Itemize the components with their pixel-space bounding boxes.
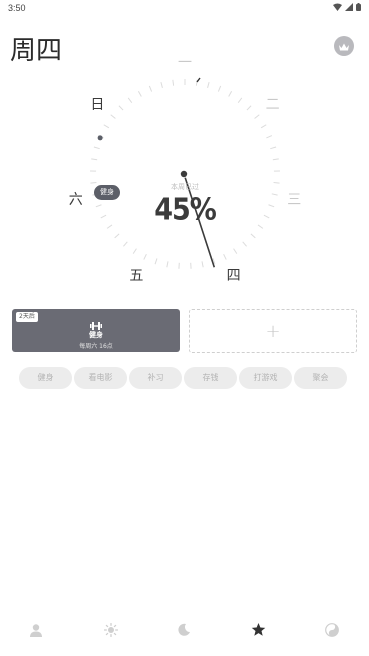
sun-icon: [103, 622, 119, 641]
chip-party[interactable]: 聚会: [294, 367, 347, 389]
habit-name: 健身: [89, 331, 103, 339]
bottom-nav: [0, 620, 369, 642]
dial-tick: [123, 241, 128, 247]
dial-tick: [272, 158, 279, 161]
day-label-sat: 六: [68, 191, 83, 208]
nav-night[interactable]: [173, 620, 195, 642]
chip-movie[interactable]: 看电影: [74, 367, 127, 389]
chip-gaming[interactable]: 打游戏: [239, 367, 292, 389]
quick-add-chips: 健身 看电影 补习 存钱 打游戏 聚会: [19, 367, 347, 389]
nav-profile[interactable]: [25, 620, 47, 642]
dial-tick: [114, 233, 120, 239]
nav-theme[interactable]: [321, 620, 343, 642]
dial-tick: [237, 97, 243, 103]
status-icons: [333, 3, 361, 14]
day-label-fri: 五: [129, 267, 144, 284]
dial-tick: [228, 90, 233, 97]
day-label-thu: 四: [226, 267, 241, 284]
status-bar: 3:50: [0, 0, 369, 16]
dial-tick: [207, 81, 210, 89]
habit-schedule: 每周六 16点: [79, 343, 113, 350]
dial-tick: [250, 233, 256, 239]
day-label-mon: 一: [178, 55, 192, 71]
habit-card[interactable]: 2天后 健身 每周六 16点: [12, 309, 180, 352]
dial-tick: [143, 253, 147, 260]
dial-tick: [110, 114, 116, 119]
plus-icon: +: [265, 320, 281, 342]
dial-tick: [266, 135, 273, 139]
dial-graphic: [90, 77, 280, 269]
moon-icon: [177, 622, 191, 641]
dial-tick: [273, 182, 280, 184]
dial-tick: [148, 85, 153, 92]
signal-icon: [345, 3, 353, 14]
dial-tick: [242, 241, 247, 247]
dial-tick: [223, 253, 227, 260]
day-label-sun: 日: [90, 97, 105, 114]
dial-tick: [137, 90, 142, 97]
add-habit-button[interactable]: +: [189, 309, 357, 353]
dial-tick: [260, 124, 267, 129]
yin-yang-icon: [325, 622, 339, 641]
dial-tick: [154, 258, 158, 265]
nav-day[interactable]: [100, 620, 122, 642]
dial-tick: [118, 105, 124, 111]
wifi-icon: [333, 3, 342, 14]
dial-tick: [254, 114, 260, 119]
dial-tick: [233, 248, 238, 254]
person-icon: [29, 622, 43, 641]
event-marker: [97, 135, 103, 141]
dial-tick: [160, 81, 163, 89]
chip-saving[interactable]: 存钱: [184, 367, 237, 389]
status-time: 3:50: [8, 3, 26, 13]
dial-tick: [263, 214, 270, 219]
dial-tick: [195, 79, 198, 86]
dial-tick: [172, 79, 175, 86]
dial-tick: [166, 261, 169, 268]
dial-tick: [95, 204, 102, 208]
nav-favorites[interactable]: [247, 620, 269, 642]
chip-fitness[interactable]: 健身: [19, 367, 72, 389]
star-icon: [251, 622, 266, 641]
dial-tick: [268, 204, 275, 208]
dial-tick: [103, 124, 110, 129]
premium-button[interactable]: [334, 36, 354, 56]
week-progress-percent: 45%: [154, 192, 217, 228]
dial-tick: [201, 261, 204, 268]
countdown-tag: 2天后: [16, 312, 38, 322]
dial-tick: [270, 146, 277, 150]
battery-icon: [356, 3, 361, 14]
dial-tick: [246, 105, 252, 111]
dial-tick: [90, 182, 97, 184]
day-label-wed: 三: [287, 191, 302, 208]
dial-tick: [127, 97, 133, 103]
week-progress-caption: 本周已过: [171, 183, 199, 191]
dial-tick: [217, 85, 222, 92]
hand-pivot: [180, 170, 188, 178]
dial-tick: [271, 193, 278, 196]
day-label-tue: 二: [265, 97, 280, 114]
dial-tick: [106, 224, 113, 229]
event-bubble[interactable]: 健身: [94, 185, 120, 200]
week-dial: 本周已过 45% 一二三四 五 六 日 健身: [0, 55, 369, 300]
dial-tick: [132, 248, 137, 254]
crown-icon: [338, 37, 350, 56]
chip-tutoring[interactable]: 补习: [129, 367, 182, 389]
dial-tick: [93, 146, 100, 150]
dial-tick: [257, 224, 264, 229]
dial-tick: [91, 158, 98, 161]
dial-tick: [100, 214, 107, 219]
